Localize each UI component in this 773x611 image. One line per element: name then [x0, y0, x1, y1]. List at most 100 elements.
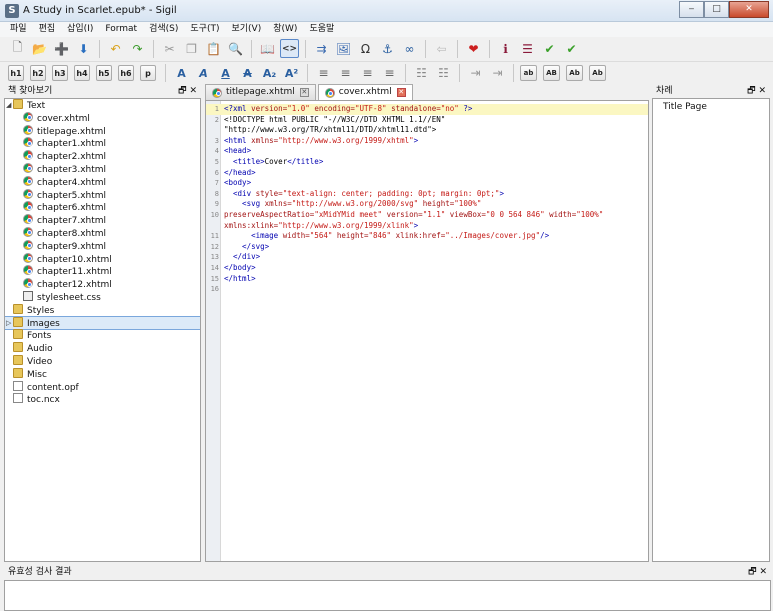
tree-item-images[interactable]: ▷ Images: [5, 315, 200, 331]
tree-item-chapter5-xhtml[interactable]: chapter5.xhtml: [5, 188, 200, 202]
code-line[interactable]: 7 <body>: [206, 178, 648, 189]
align-left-icon[interactable]: ≡: [314, 64, 333, 83]
tab-close-icon[interactable]: ✕: [396, 88, 406, 97]
tree-item-content-opf[interactable]: content.opf: [5, 380, 200, 394]
code-line[interactable]: 16: [206, 284, 648, 295]
underline-icon[interactable]: A: [216, 64, 235, 83]
menu-6[interactable]: 도구(T): [184, 22, 225, 37]
open-icon[interactable]: 📂: [30, 39, 49, 58]
tree-item-chapter11-xhtml[interactable]: chapter11.xhtml: [5, 265, 200, 278]
toc-entry[interactable]: Title Page: [653, 99, 769, 112]
tree-item-chapter12-xhtml[interactable]: chapter12.xhtml: [5, 278, 200, 291]
code-line[interactable]: 1 <?xml version="1.0" encoding="UTF-8" st…: [206, 104, 648, 115]
tree-item-video[interactable]: Video: [5, 354, 200, 368]
tab-titlepage-xhtml[interactable]: titlepage.xhtml ✕: [205, 84, 316, 100]
italic-icon[interactable]: A: [194, 64, 213, 83]
tree-item-chapter3-xhtml[interactable]: chapter3.xhtml: [5, 162, 200, 176]
cut-icon[interactable]: ✂: [160, 39, 179, 58]
code-line[interactable]: 13 </div>: [206, 252, 648, 263]
code-line[interactable]: "http://www.w3.org/TR/xhtml11/DTD/xhtml1…: [206, 125, 648, 136]
justify-icon[interactable]: ≡: [380, 64, 399, 83]
menu-2[interactable]: 편집: [33, 22, 62, 37]
case-button-3[interactable]: Ab: [566, 65, 583, 81]
heading-h4-button[interactable]: h4: [74, 65, 90, 81]
heading-h5-button[interactable]: h5: [96, 65, 112, 81]
undo-icon[interactable]: ↶: [106, 39, 125, 58]
back-icon[interactable]: ⇦: [432, 39, 451, 58]
tree-item-titlepage-xhtml[interactable]: titlepage.xhtml: [5, 124, 200, 138]
tree-item-chapter4-xhtml[interactable]: chapter4.xhtml: [5, 175, 200, 189]
tree-item-audio[interactable]: Audio: [5, 342, 200, 355]
menu-9[interactable]: 도움말: [303, 22, 340, 37]
redo-icon[interactable]: ↷: [128, 39, 147, 58]
tab-close-icon[interactable]: ✕: [299, 88, 309, 97]
heading-h6-button[interactable]: h6: [118, 65, 134, 81]
menu-8[interactable]: 창(W): [267, 22, 303, 37]
heading-h3-button[interactable]: h3: [52, 65, 68, 81]
paste-icon[interactable]: 📋: [204, 39, 223, 58]
tree-item-chapter10-xhtml[interactable]: chapter10.xhtml: [5, 252, 200, 266]
tree-item-chapter8-xhtml[interactable]: chapter8.xhtml: [5, 226, 200, 240]
validate-icon[interactable]: ✔: [562, 39, 581, 58]
maximize-button[interactable]: □: [704, 1, 729, 18]
minimize-button[interactable]: ‒: [679, 1, 704, 18]
increase-indent-icon[interactable]: ⇥: [488, 64, 507, 83]
add-icon[interactable]: ➕: [52, 39, 71, 58]
align-center-icon[interactable]: ≡: [336, 64, 355, 83]
bullet-list-icon[interactable]: ☷: [434, 64, 453, 83]
expand-arrow-icon[interactable]: ◢: [6, 99, 11, 112]
tree-item-toc-ncx[interactable]: toc.ncx: [5, 393, 200, 406]
tree-item-stylesheet-css[interactable]: stylesheet.css: [5, 290, 200, 304]
align-right-icon[interactable]: ≡: [358, 64, 377, 83]
metadata-icon[interactable]: ℹ: [496, 39, 515, 58]
code-view-icon[interactable]: <>: [280, 39, 299, 58]
panel-controls[interactable]: 🗗 ✕: [747, 84, 766, 98]
superscript-icon[interactable]: A²: [282, 64, 301, 83]
tree-item-styles[interactable]: Styles: [5, 303, 200, 317]
code-line[interactable]: 6 </head>: [206, 168, 648, 179]
tree-item-misc[interactable]: Misc: [5, 367, 200, 381]
code-line[interactable]: 3 <html xmlns="http://www.w3.org/1999/xht…: [206, 136, 648, 147]
find-icon[interactable]: 🔍: [226, 39, 245, 58]
code-line[interactable]: 2 <!DOCTYPE html PUBLIC "-//W3C//DTD XHTM…: [206, 115, 648, 126]
menu-7[interactable]: 보기(V): [225, 22, 267, 37]
case-button-1[interactable]: ab: [520, 65, 537, 81]
tree-item-cover-xhtml[interactable]: cover.xhtml: [5, 111, 200, 125]
tree-item-text[interactable]: ◢ Text: [5, 99, 200, 112]
tree-item-chapter1-xhtml[interactable]: chapter1.xhtml: [5, 137, 200, 150]
code-editor[interactable]: 1 <?xml version="1.0" encoding="UTF-8" st…: [205, 100, 649, 562]
save-icon[interactable]: ⬇: [74, 39, 93, 58]
code-line[interactable]: 15 </html>: [206, 274, 648, 285]
subscript-icon[interactable]: A₂: [260, 64, 279, 83]
heading-h2-button[interactable]: h2: [30, 65, 46, 81]
code-line[interactable]: 12 </svg>: [206, 242, 648, 253]
heart-icon[interactable]: ❤: [464, 39, 483, 58]
strikethrough-icon[interactable]: A: [238, 64, 257, 83]
tree-item-chapter6-xhtml[interactable]: chapter6.xhtml: [5, 201, 200, 214]
bold-icon[interactable]: A: [172, 64, 191, 83]
tree-item-chapter7-xhtml[interactable]: chapter7.xhtml: [5, 214, 200, 227]
case-button-4[interactable]: Ab: [589, 65, 606, 81]
numbered-list-icon[interactable]: ☷: [412, 64, 431, 83]
menu-3[interactable]: 삽입(I): [61, 22, 99, 37]
close-button[interactable]: ✕: [729, 1, 769, 18]
tab-cover-xhtml[interactable]: cover.xhtml ✕: [317, 84, 413, 100]
tree-item-fonts[interactable]: Fonts: [5, 329, 200, 342]
code-line[interactable]: 14 </body>: [206, 263, 648, 274]
link-icon[interactable]: ∞: [400, 39, 419, 58]
code-line[interactable]: 4 <head>: [206, 146, 648, 157]
new-icon[interactable]: 🗋: [8, 39, 27, 58]
tree-item-chapter2-xhtml[interactable]: chapter2.xhtml: [5, 150, 200, 163]
anchor-icon[interactable]: ⚓: [378, 39, 397, 58]
split-icon[interactable]: ⇉: [312, 39, 331, 58]
code-line[interactable]: 11 <image width="564" height="846" xlink…: [206, 231, 648, 242]
insert-special-char-icon[interactable]: Ω: [356, 39, 375, 58]
toc-icon[interactable]: ☰: [518, 39, 537, 58]
code-line[interactable]: 10 preserveAspectRatio="xMidYMid meet" ve…: [206, 210, 648, 221]
menu-4[interactable]: Format: [99, 22, 143, 37]
tree-item-chapter9-xhtml[interactable]: chapter9.xhtml: [5, 239, 200, 253]
code-line[interactable]: 8 <div style="text-align: center; paddin…: [206, 189, 648, 200]
code-line[interactable]: xmlns:xlink="http://www.w3.org/1999/xlin…: [206, 221, 648, 232]
case-button-2[interactable]: AB: [543, 65, 560, 81]
heading-h1-button[interactable]: h1: [8, 65, 24, 81]
